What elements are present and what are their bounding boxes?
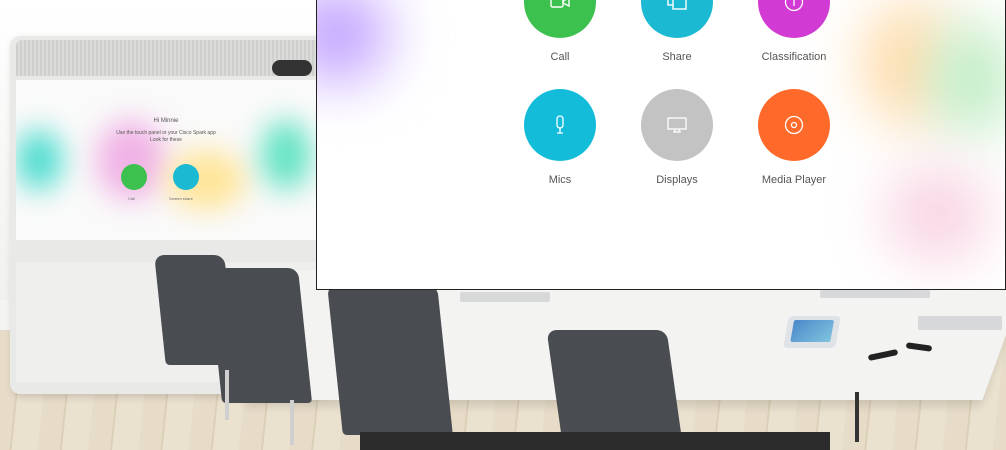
touch-panel-screen [790, 320, 835, 342]
mics-label: Mics [548, 174, 572, 186]
classification-button[interactable]: Classification [734, 0, 854, 63]
call-label: Call [550, 51, 570, 63]
device-call-label: Call [128, 196, 135, 201]
laptop [918, 316, 1002, 330]
call-circle[interactable] [524, 0, 596, 38]
share-screen-icon [667, 0, 687, 10]
touch-panel [783, 316, 841, 348]
info-icon [784, 0, 804, 12]
microphone-icon [556, 115, 564, 134]
classification-circle[interactable] [758, 0, 830, 38]
mics-button[interactable]: Mics [500, 89, 620, 186]
chair-leg [290, 400, 294, 445]
home-menu-panel: Call Share Classification Mics Displays … [316, 0, 1006, 290]
device-screen: Hi Minnie Use the touch panel or your Ci… [16, 80, 316, 240]
chair [327, 285, 453, 435]
panel-glow [317, 0, 397, 89]
panel-glow [877, 159, 997, 269]
displays-button[interactable]: Displays [617, 89, 737, 186]
monitor-icon [667, 117, 687, 133]
disc-icon [784, 115, 804, 135]
device-camera [272, 60, 312, 76]
media-player-label: Media Player [761, 174, 827, 186]
display-stand-bar [360, 432, 830, 450]
chair [207, 268, 313, 403]
share-circle[interactable] [641, 0, 713, 38]
share-label: Share [662, 51, 692, 63]
chair-leg [225, 370, 229, 420]
displays-circle[interactable] [641, 89, 713, 161]
table-leg [855, 392, 859, 442]
mics-circle[interactable] [524, 89, 596, 161]
video-camera-icon [550, 0, 570, 8]
device-greeting: Hi Minnie [153, 118, 179, 124]
device-share-label: Screen share [169, 196, 193, 201]
laptop [820, 290, 930, 298]
laptop [460, 292, 550, 302]
device-call-button [121, 164, 147, 190]
call-button[interactable]: Call [500, 0, 620, 63]
share-button[interactable]: Share [617, 0, 737, 63]
device-instruction: Use the touch panel or your Cisco Spark … [116, 130, 216, 136]
media-player-button[interactable]: Media Player [734, 89, 854, 186]
device-share-button [173, 164, 199, 190]
displays-label: Displays [656, 174, 698, 186]
media-player-circle[interactable] [758, 89, 830, 161]
device-instruction: Look for these [150, 137, 182, 143]
classification-label: Classification [761, 51, 827, 63]
